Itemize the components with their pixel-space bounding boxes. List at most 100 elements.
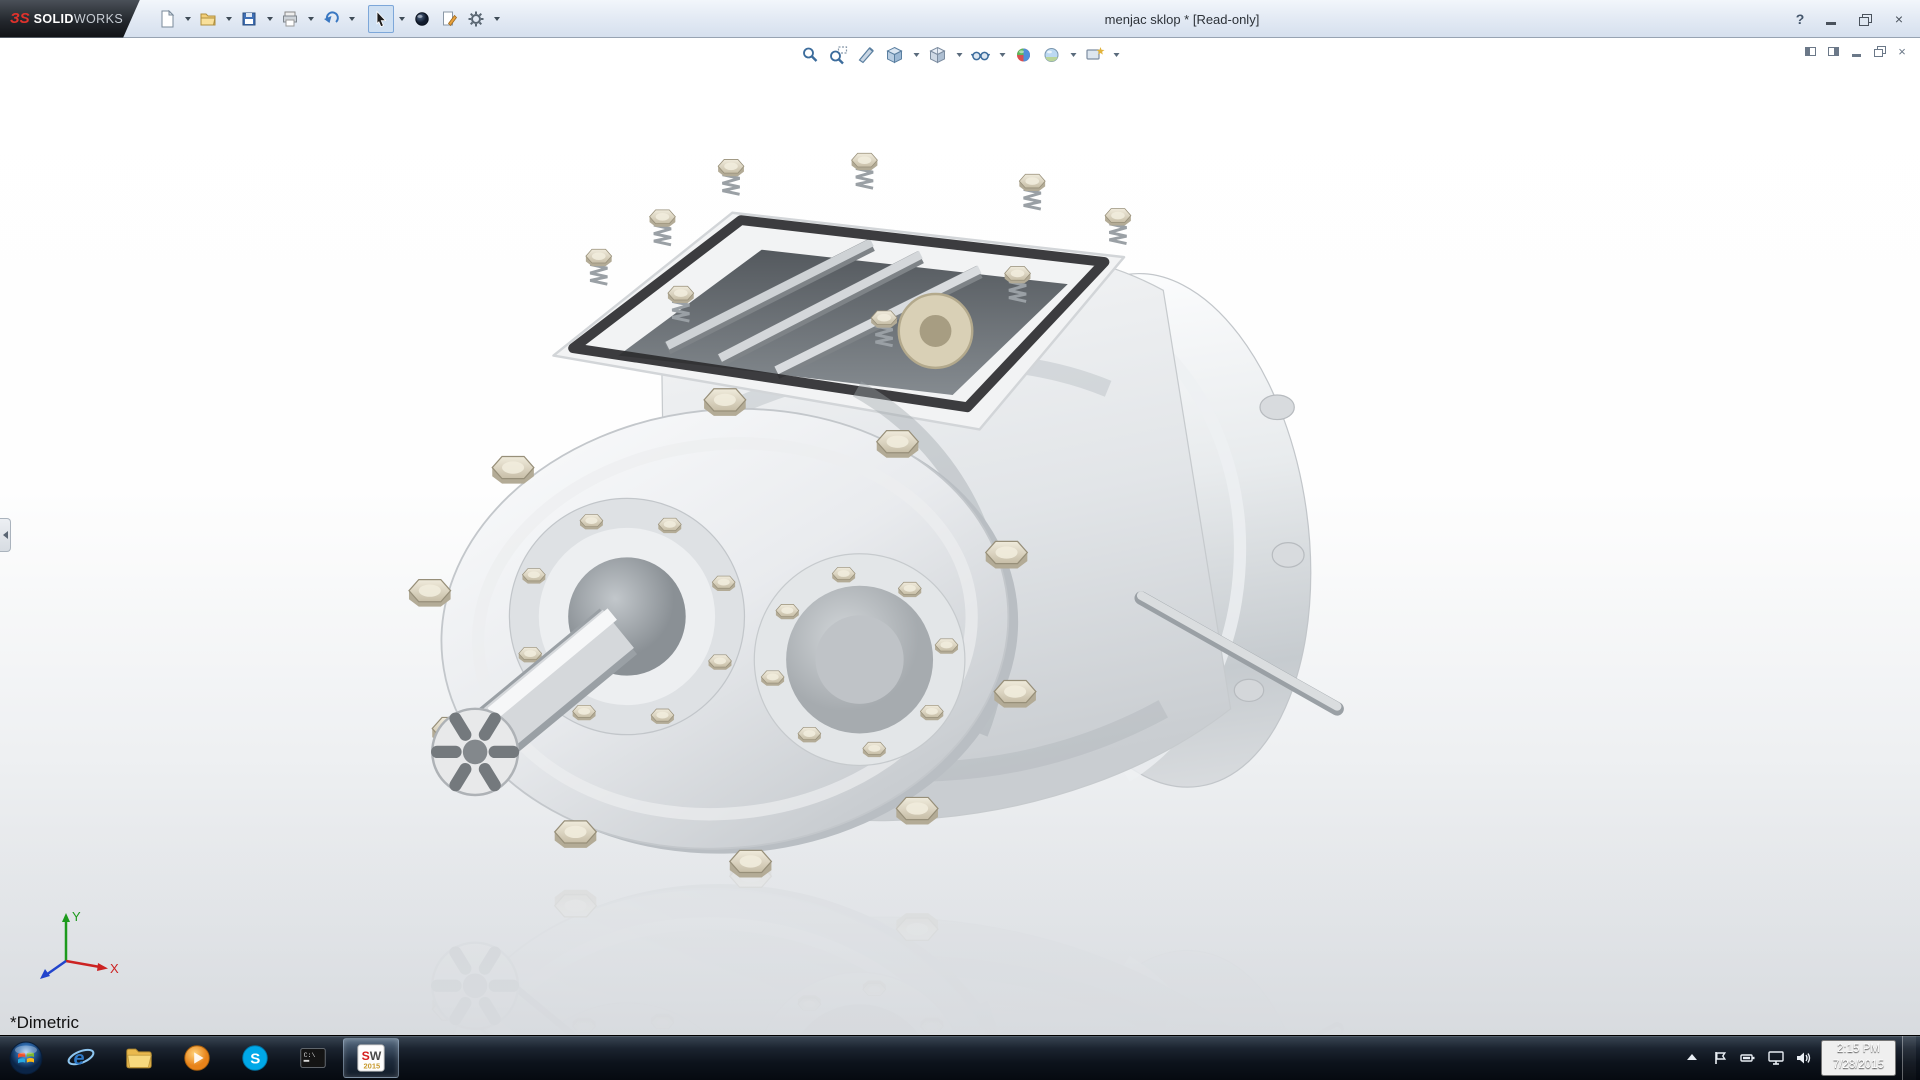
- view-settings-button[interactable]: [1082, 43, 1108, 67]
- tile-right-button[interactable]: [1823, 42, 1843, 60]
- zoom-to-area-button[interactable]: [826, 43, 852, 67]
- clock-date: 7/28/2015: [1833, 1058, 1884, 1074]
- view-orientation-dropdown[interactable]: [910, 41, 923, 69]
- chevron-up-icon: [1685, 1051, 1699, 1065]
- solidworks-logo: ЗS SOLIDWORKS: [0, 0, 140, 38]
- close-icon: ×: [1895, 12, 1903, 26]
- tile-left-button[interactable]: [1800, 42, 1820, 60]
- taskbar-solidworks[interactable]: SW 2015: [343, 1038, 399, 1078]
- solidworks-version-badge: 2015: [363, 1061, 380, 1070]
- svg-text:e: e: [73, 1048, 84, 1070]
- gearbox-3d-model[interactable]: [0, 38, 1920, 1035]
- chevron-down-icon: [913, 53, 919, 57]
- display-button[interactable]: [1765, 1043, 1787, 1073]
- taskbar-windows-explorer[interactable]: [111, 1038, 167, 1078]
- chevron-down-icon: [349, 17, 355, 21]
- chevron-down-icon: [267, 17, 273, 21]
- internet-explorer-icon: e: [65, 1042, 97, 1074]
- select-cursor-icon: [372, 10, 390, 28]
- doc-restore-button[interactable]: [1869, 42, 1889, 60]
- select-button[interactable]: [368, 5, 394, 33]
- show-desktop-button[interactable]: [1902, 1036, 1916, 1080]
- gear-icon: [467, 10, 485, 28]
- new-document-icon: [158, 10, 176, 28]
- save-button[interactable]: [236, 5, 262, 33]
- taskbar-command-prompt[interactable]: C:\: [285, 1038, 341, 1078]
- close-button[interactable]: ×: [1884, 8, 1914, 30]
- doc-minimize-button[interactable]: [1846, 42, 1866, 60]
- heads-up-view-toolbar: [798, 41, 1123, 69]
- brand-text-solid: SOLID: [34, 12, 74, 26]
- main-toolbar: [154, 5, 503, 33]
- rebuild-button[interactable]: [409, 5, 435, 33]
- apply-scene-button[interactable]: [1039, 43, 1065, 67]
- file-properties-icon: [440, 10, 458, 28]
- new-document-button[interactable]: [154, 5, 180, 33]
- taskbar-skype[interactable]: S: [227, 1038, 283, 1078]
- svg-text:C:\: C:\: [304, 1052, 316, 1059]
- command-prompt-icon: C:\: [297, 1042, 329, 1074]
- options-button[interactable]: [463, 5, 489, 33]
- show-hidden-icons-button[interactable]: [1681, 1043, 1703, 1073]
- undo-button[interactable]: [318, 5, 344, 33]
- open-folder-icon: [199, 10, 217, 28]
- hide-show-items-dropdown[interactable]: [996, 41, 1009, 69]
- view-orientation-button[interactable]: [882, 43, 908, 67]
- windows-start-orb-icon: [8, 1040, 44, 1076]
- volume-icon: [1795, 1050, 1813, 1066]
- appearance-sphere-icon: [1014, 45, 1034, 65]
- help-button[interactable]: ?: [1788, 7, 1812, 31]
- display-style-dropdown[interactable]: [953, 41, 966, 69]
- media-player-icon: [181, 1042, 213, 1074]
- document-window-controls: ×: [1800, 42, 1912, 60]
- section-view-button[interactable]: [854, 43, 880, 67]
- apply-scene-dropdown[interactable]: [1067, 41, 1080, 69]
- folder-icon: [123, 1042, 155, 1074]
- graphics-area[interactable]: × Y X *Dimetric: [0, 38, 1920, 1035]
- chevron-down-icon: [399, 17, 405, 21]
- tile-right-icon: [1828, 47, 1839, 56]
- dassault-logo-glyph: ЗS: [10, 10, 30, 27]
- reflection-fade: [0, 826, 1920, 1035]
- undo-dropdown[interactable]: [345, 5, 358, 33]
- options-dropdown[interactable]: [490, 5, 503, 33]
- start-button[interactable]: [0, 1036, 52, 1080]
- view-orientation-label: *Dimetric: [10, 1013, 79, 1033]
- volume-button[interactable]: [1793, 1043, 1815, 1073]
- featuremanager-collapsed-tab[interactable]: [0, 518, 11, 552]
- power-button[interactable]: [1737, 1043, 1759, 1073]
- axis-label-y: Y: [72, 909, 81, 924]
- file-properties-button[interactable]: [436, 5, 462, 33]
- print-dropdown[interactable]: [304, 5, 317, 33]
- open-dropdown[interactable]: [222, 5, 235, 33]
- open-button[interactable]: [195, 5, 221, 33]
- solidworks-app-icon: SW 2015: [355, 1042, 387, 1074]
- print-icon: [281, 10, 299, 28]
- zoom-to-fit-button[interactable]: [798, 43, 824, 67]
- new-document-dropdown[interactable]: [181, 5, 194, 33]
- print-button[interactable]: [277, 5, 303, 33]
- edit-appearance-button[interactable]: [1011, 43, 1037, 67]
- clock-time: 2:15 PM: [1837, 1042, 1880, 1058]
- brand-text-works: WORKS: [74, 12, 123, 26]
- restore-button[interactable]: [1850, 8, 1880, 30]
- view-settings-dropdown[interactable]: [1110, 41, 1123, 69]
- display-style-button[interactable]: [925, 43, 951, 67]
- titlebar: ЗS SOLIDWORKS: [0, 0, 1920, 38]
- save-dropdown[interactable]: [263, 5, 276, 33]
- chevron-down-icon: [999, 53, 1005, 57]
- hide-show-items-button[interactable]: [968, 43, 994, 67]
- minimize-button[interactable]: [1816, 8, 1846, 30]
- taskbar-media-player[interactable]: [169, 1038, 225, 1078]
- chevron-down-icon: [308, 17, 314, 21]
- view-cube-icon: [885, 45, 905, 65]
- action-center-button[interactable]: [1709, 1043, 1731, 1073]
- chevron-down-icon: [1113, 53, 1119, 57]
- flag-icon: [1712, 1050, 1728, 1066]
- taskbar-internet-explorer[interactable]: e: [53, 1038, 109, 1078]
- skype-icon: S: [239, 1042, 271, 1074]
- taskbar-clock[interactable]: 2:15 PM 7/28/2015: [1821, 1040, 1896, 1075]
- doc-close-button[interactable]: ×: [1892, 42, 1912, 60]
- zoom-to-area-icon: [829, 45, 849, 65]
- select-dropdown[interactable]: [395, 5, 408, 33]
